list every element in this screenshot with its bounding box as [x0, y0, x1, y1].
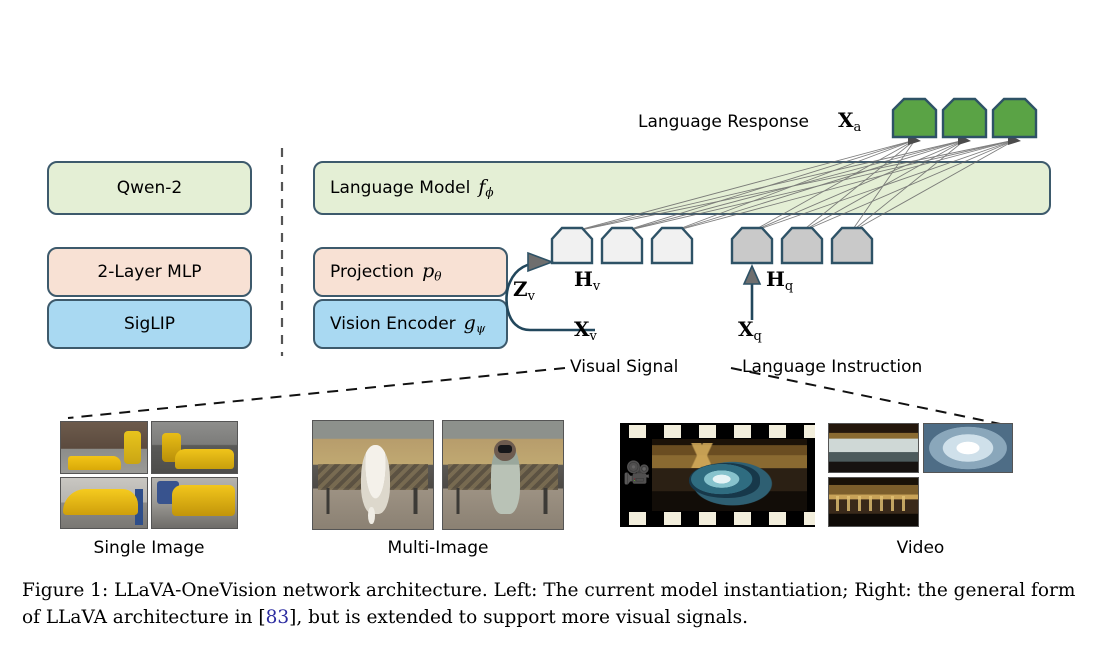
label-z-v-symbol: Z	[513, 277, 528, 301]
query-token[interactable]	[730, 226, 774, 265]
thumbnail-image[interactable]	[150, 476, 238, 529]
caption-reference: 83	[265, 606, 290, 628]
left-stack	[47, 161, 252, 349]
visual-token[interactable]	[600, 226, 644, 265]
diagram-canvas	[47, 97, 1051, 427]
video-frame-preview	[652, 439, 807, 511]
label-h-v-symbol: H	[574, 267, 593, 291]
visual-token[interactable]	[650, 226, 694, 265]
visual-token[interactable]	[550, 226, 594, 265]
response-token[interactable]	[941, 97, 988, 139]
query-token[interactable]	[830, 226, 874, 265]
caption-video: Video	[896, 538, 945, 558]
label-x-q-symbol: X	[738, 317, 754, 341]
thumbnail-image[interactable]	[150, 421, 238, 474]
thumbnail-image[interactable]	[60, 421, 148, 474]
thumbnail-image[interactable]	[922, 423, 1013, 473]
label-x-q-subscript: q	[753, 328, 762, 344]
dog-subject	[361, 444, 390, 524]
caption-single-image: Single Image	[93, 538, 205, 558]
visual-tokens	[550, 226, 694, 265]
caption-multi-image: Multi-Image	[387, 538, 489, 558]
thumbnail-image[interactable]	[442, 420, 564, 530]
figure-caption: Figure 1: LLaVA-OneVision network archit…	[22, 578, 1092, 632]
monkey-subject	[491, 439, 520, 514]
response-token[interactable]	[891, 97, 938, 139]
label-x-a-symbol: X	[838, 108, 854, 132]
thumbnail-image[interactable]	[312, 420, 434, 530]
label-x-a-subscript: a	[853, 119, 862, 135]
label-x-v: Xv	[574, 317, 597, 344]
label-h-q-subscript: q	[784, 278, 794, 294]
query-token[interactable]	[780, 226, 824, 265]
filmstrip-perforations-top	[620, 425, 815, 438]
box-vision-encoder[interactable]	[313, 299, 508, 349]
label-x-v-subscript: v	[589, 328, 597, 344]
label-z-v-subscript: v	[527, 288, 535, 304]
box-siglip[interactable]	[47, 299, 252, 349]
video-camera-icon: 🎥	[623, 461, 651, 486]
label-h-q-symbol: H	[766, 267, 785, 291]
video-filmstrip[interactable]: 🎥	[620, 423, 815, 527]
label-language-response: Language Response	[638, 112, 809, 132]
response-token[interactable]	[991, 97, 1038, 139]
box-2layer-mlp[interactable]	[47, 247, 252, 297]
label-h-v-subscript: v	[592, 278, 601, 294]
panel-single-image-thumbs	[60, 421, 238, 529]
thumbnail-image[interactable]	[60, 476, 148, 529]
thumbnail-image[interactable]	[828, 423, 919, 473]
query-tokens	[730, 226, 874, 265]
language-instruction-arrowhead	[742, 264, 762, 285]
figure-root: Qwen-2 2-Layer MLP SigLIP Language Model…	[0, 0, 1110, 672]
response-tokens	[891, 97, 1038, 139]
label-h-q: Hq	[766, 267, 793, 294]
box-qwen2[interactable]	[47, 161, 252, 215]
label-h-v: Hv	[574, 267, 600, 294]
visual-signal-connector	[67, 367, 566, 419]
label-x-q: Xq	[738, 317, 762, 344]
panel-multi-image-thumbs	[312, 420, 564, 530]
label-x-a: Xa	[838, 108, 861, 135]
thumbnail-image[interactable]	[828, 477, 919, 527]
caption-part2: ], but is extended to support more visua…	[289, 606, 748, 628]
panel-video-thumbs	[828, 423, 1013, 527]
label-z-v: Zv	[513, 277, 535, 304]
label-visual-signal: Visual Signal	[570, 357, 679, 377]
box-projection[interactable]	[313, 247, 508, 297]
label-language-instruction: Language Instruction	[742, 357, 923, 377]
visual-signal-arrowhead	[527, 251, 555, 273]
label-x-v-symbol: X	[574, 317, 590, 341]
filmstrip-perforations-bottom	[620, 512, 815, 525]
